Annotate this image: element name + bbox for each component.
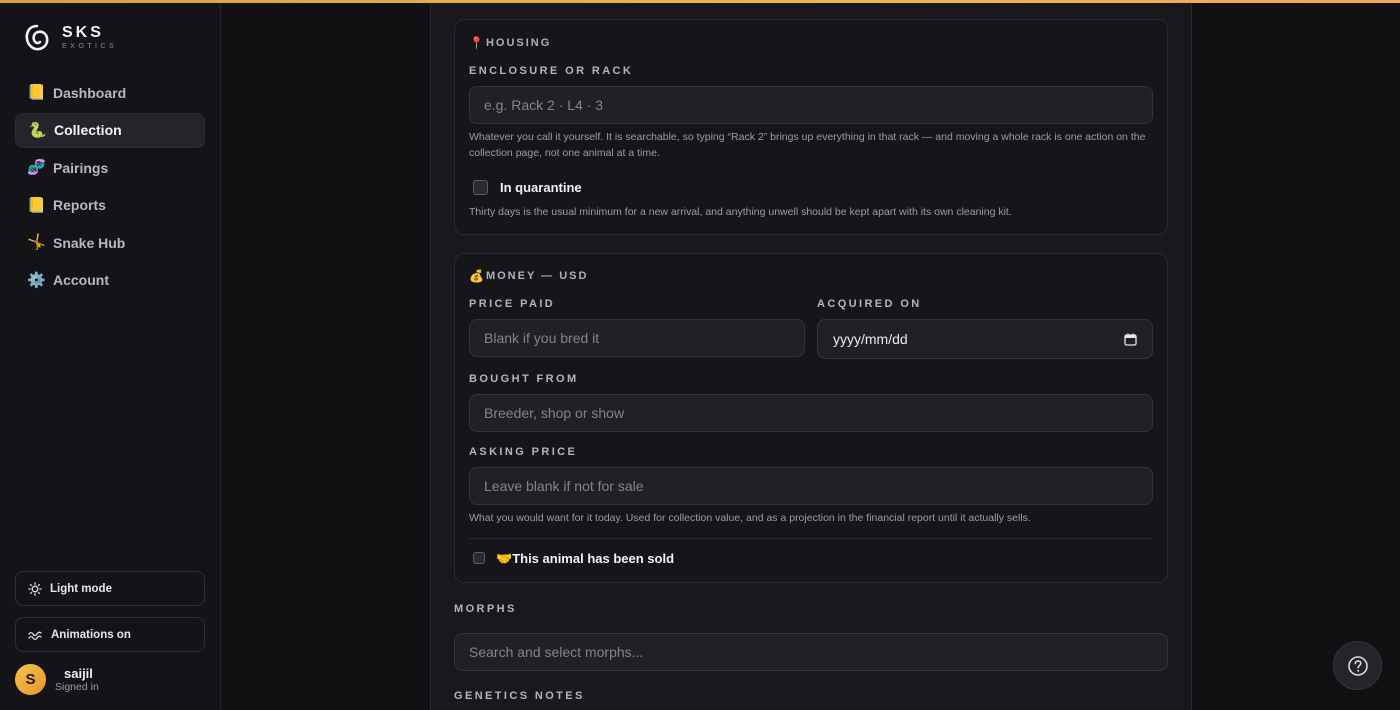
nav-item-pairings[interactable]: 🧬 Pairings <box>15 150 205 185</box>
genetics-notes-label: GENETICS NOTES <box>454 690 585 702</box>
animations-label: Animations on <box>51 628 131 641</box>
enclosure-input[interactable] <box>469 86 1153 124</box>
quarantine-hint: Thirty days is the usual minimum for a n… <box>469 206 1012 218</box>
calendar-icon[interactable] <box>1124 333 1137 346</box>
user-profile[interactable]: S saijil Signed in <box>15 664 99 695</box>
nav-item-dashboard[interactable]: 📒 Dashboard <box>15 75 205 110</box>
money-divider <box>469 538 1153 539</box>
acquired-on-label: ACQUIRED ON <box>817 298 922 310</box>
snake-icon: 🐍 <box>28 121 47 139</box>
enclosure-label: ENCLOSURE OR RACK <box>469 65 634 77</box>
user-status: Signed in <box>55 680 99 693</box>
housing-section-title: 📍 HOUSING <box>469 36 552 50</box>
asking-price-label: ASKING PRICE <box>469 446 578 458</box>
avatar: S <box>15 664 46 695</box>
help-button[interactable] <box>1333 641 1382 690</box>
nav-item-label: Reports <box>53 197 106 213</box>
ledger-icon: 📒 <box>27 196 46 214</box>
gear-icon: ⚙️ <box>27 271 46 289</box>
wave-icon <box>28 631 42 640</box>
bought-from-label: BOUGHT FROM <box>469 373 579 385</box>
asking-price-hint: What you would want for it today. Used f… <box>469 512 1031 524</box>
user-name: saijil <box>64 665 93 681</box>
housing-card <box>454 19 1168 235</box>
bought-from-input[interactable] <box>469 394 1153 432</box>
money-bag-icon: 💰 <box>469 269 484 283</box>
animations-toggle-button[interactable]: Animations on <box>15 617 205 652</box>
nav-item-reports[interactable]: 📒 Reports <box>15 188 205 223</box>
money-section-title: 💰 MONEY — USD <box>469 269 589 283</box>
enclosure-hint: Whatever you call it yourself. It is sea… <box>469 131 1146 159</box>
brand-name: SKS <box>62 24 104 41</box>
asking-price-input[interactable] <box>469 467 1153 505</box>
nav-item-label: Pairings <box>53 159 109 176</box>
brand-logo-icon <box>25 24 49 51</box>
ledger-icon: 📒 <box>27 84 46 101</box>
sun-icon <box>28 581 42 596</box>
main-nav: 📒 Dashboard 🐍 Collection 🧬 Pairings 📒 Re… <box>15 75 205 300</box>
nav-item-collection[interactable]: 🐍 Collection <box>15 112 205 148</box>
people-icon: 🤸 <box>27 234 46 251</box>
acquired-on-date-input[interactable]: yyyy/mm/dd <box>817 319 1153 359</box>
handshake-icon: 🤝 <box>496 551 513 566</box>
light-mode-label: Light mode <box>50 582 112 595</box>
top-accent-bar <box>0 0 1400 3</box>
brand[interactable]: SKS EXOTICS <box>24 22 117 54</box>
light-mode-button[interactable]: Light mode <box>15 571 205 606</box>
nav-item-snake-hub[interactable]: 🤸 Snake Hub <box>15 225 205 260</box>
sold-label: 🤝This animal has been sold <box>496 551 675 566</box>
price-paid-label: PRICE PAID <box>469 298 556 310</box>
quarantine-label: In quarantine <box>500 180 582 195</box>
sold-checkbox[interactable] <box>473 552 485 564</box>
acquired-on-value: yyyy/mm/dd <box>833 331 908 347</box>
quarantine-checkbox[interactable] <box>473 180 488 195</box>
nav-item-label: Account <box>53 272 109 288</box>
morphs-label: MORPHS <box>454 603 517 615</box>
pin-icon: 📍 <box>469 36 484 50</box>
nav-item-label: Collection <box>54 122 122 138</box>
price-paid-input[interactable] <box>469 319 805 357</box>
sidebar: SKS EXOTICS 📒 Dashboard 🐍 Collection 🧬 P… <box>0 0 221 710</box>
nav-item-label: Snake Hub <box>53 234 126 251</box>
question-icon <box>1347 655 1368 676</box>
dna-icon: 🧬 <box>27 159 46 176</box>
nav-item-label: Dashboard <box>53 84 127 101</box>
brand-subtitle: EXOTICS <box>62 43 118 50</box>
morphs-search-input[interactable] <box>454 633 1168 671</box>
nav-item-account[interactable]: ⚙️ Account <box>15 263 205 298</box>
